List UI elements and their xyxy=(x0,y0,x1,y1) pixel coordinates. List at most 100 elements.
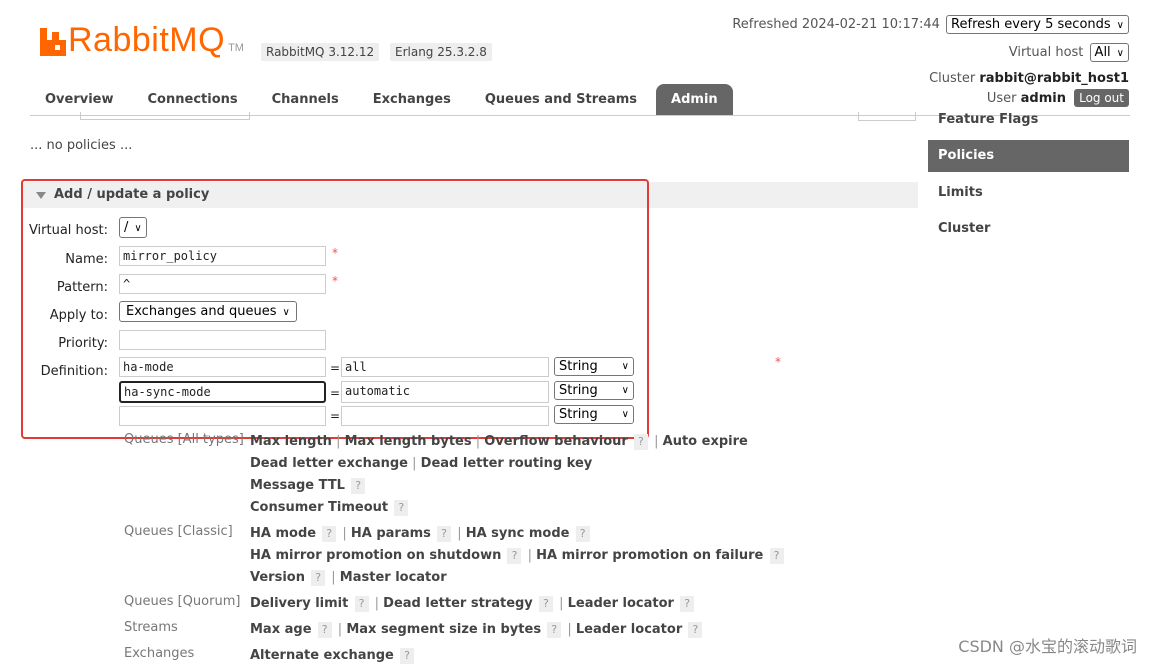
help-category-streams: Streams xyxy=(124,620,178,635)
help-question-icon[interactable]: ? xyxy=(400,648,414,664)
help-link-leader-locator[interactable]: Leader locator xyxy=(568,596,674,611)
sidebar-item-policies[interactable]: Policies xyxy=(928,140,1129,172)
help-question-icon[interactable]: ? xyxy=(394,500,409,516)
user-row: User admin Log out xyxy=(987,89,1129,107)
help-question-icon[interactable]: ? xyxy=(538,596,553,612)
cluster-row: Cluster rabbit@rabbit_host1 xyxy=(929,71,1129,86)
help-link-auto-expire[interactable]: Auto expire xyxy=(663,434,748,449)
help-link-consumer-timeout[interactable]: Consumer Timeout xyxy=(250,500,388,515)
help-question-icon[interactable]: ? xyxy=(317,622,332,638)
help-row-classic-2: HA mirror promotion on shutdown ? | HA m… xyxy=(250,548,786,564)
virtual-host-label: Virtual host xyxy=(1008,45,1084,60)
help-link-dead-letter-routing-key[interactable]: Dead letter routing key xyxy=(421,456,593,471)
help-category-queues-classic: Queues [Classic] xyxy=(124,524,233,539)
rabbit-logo-icon xyxy=(40,28,66,56)
help-question-icon[interactable]: ? xyxy=(322,526,337,542)
help-separator: | xyxy=(559,596,564,611)
tab-overview[interactable]: Overview xyxy=(30,84,129,115)
virtual-host-value: All xyxy=(1094,45,1111,60)
help-link-max-length-bytes[interactable]: Max length bytes xyxy=(345,434,472,449)
help-row-quorum: Delivery limit ? | Dead letter strategy … xyxy=(250,596,696,612)
help-link-alternate-exchange[interactable]: Alternate exchange xyxy=(250,648,394,663)
help-link-max-age[interactable]: Max age xyxy=(250,622,312,637)
help-link-ha-sync-mode[interactable]: HA sync mode xyxy=(466,526,570,541)
help-question-icon[interactable]: ? xyxy=(507,548,522,564)
no-policies-text: ... no policies ... xyxy=(30,138,133,153)
help-question-icon[interactable]: ? xyxy=(769,548,784,564)
help-category-queues-all: Queues [All types] xyxy=(124,432,244,447)
help-link-max-length[interactable]: Max length xyxy=(250,434,332,449)
logout-button[interactable]: Log out xyxy=(1074,89,1129,107)
help-row-exchanges: Alternate exchange ? xyxy=(250,648,416,664)
help-separator: | xyxy=(527,548,533,563)
tab-connections[interactable]: Connections xyxy=(133,84,253,115)
user-name: admin xyxy=(1020,91,1066,106)
help-row-queues-all-1: Max length | Max length bytes | Overflow… xyxy=(250,434,748,450)
help-row-consumer-timeout: Consumer Timeout ? xyxy=(250,500,410,516)
sidebar-item-feature-flags[interactable]: Feature Flags xyxy=(928,109,1129,131)
help-row-message-ttl: Message TTL ? xyxy=(250,478,367,494)
help-separator: | xyxy=(337,622,343,637)
watermark-text: CSDN @水宝的滚动歌词 xyxy=(958,637,1137,656)
help-link-version[interactable]: Version xyxy=(250,570,305,585)
highlight-annotation-box xyxy=(21,179,649,439)
help-question-icon[interactable]: ? xyxy=(688,622,703,638)
help-link-stream-leader-locator[interactable]: Leader locator xyxy=(576,622,682,637)
refreshed-timestamp: Refreshed 2024-02-21 10:17:44 xyxy=(732,17,940,32)
scrolled-filter-input[interactable] xyxy=(80,112,250,120)
refresh-interval-select[interactable]: Refresh every 5 seconds ∨ xyxy=(946,15,1129,34)
logo-text: RabbitMQ xyxy=(68,21,226,59)
help-question-icon[interactable]: ? xyxy=(354,596,369,612)
help-separator: | xyxy=(374,596,380,611)
help-link-master-locator[interactable]: Master locator xyxy=(340,570,447,585)
help-row-queues-all-2: Dead letter exchange | Dead letter routi… xyxy=(250,456,592,471)
help-question-icon[interactable]: ? xyxy=(311,570,326,586)
logo-trademark: TM xyxy=(228,42,244,54)
tab-exchanges[interactable]: Exchanges xyxy=(358,84,466,115)
help-separator: | xyxy=(336,434,341,449)
help-link-message-ttl[interactable]: Message TTL xyxy=(250,478,345,493)
help-question-icon[interactable]: ? xyxy=(633,434,648,450)
tab-queues-and-streams[interactable]: Queues and Streams xyxy=(470,84,652,115)
virtual-host-select[interactable]: All ∨ xyxy=(1089,43,1129,62)
erlang-version-badge: Erlang 25.3.2.8 xyxy=(390,43,492,61)
help-row-streams: Max age ? | Max segment size in bytes ? … xyxy=(250,622,704,638)
main-nav-tabs: Overview Connections Channels Exchanges … xyxy=(30,84,737,115)
help-link-dead-letter-strategy[interactable]: Dead letter strategy xyxy=(383,596,533,611)
refresh-interval-value: Refresh every 5 seconds xyxy=(951,17,1111,32)
help-link-ha-mode[interactable]: HA mode xyxy=(250,526,316,541)
help-link-dead-letter-exchange[interactable]: Dead letter exchange xyxy=(250,456,408,471)
help-category-exchanges: Exchanges xyxy=(124,646,195,661)
scrolled-control[interactable] xyxy=(858,112,916,121)
help-question-icon[interactable]: ? xyxy=(575,526,590,542)
tab-channels[interactable]: Channels xyxy=(257,84,354,115)
help-link-overflow-behaviour[interactable]: Overflow behaviour xyxy=(484,434,628,449)
help-separator: | xyxy=(342,526,347,541)
help-link-ha-params[interactable]: HA params xyxy=(351,526,431,541)
help-separator: | xyxy=(457,526,462,541)
help-category-queues-quorum: Queues [Quorum] xyxy=(124,594,241,609)
help-link-max-segment-size[interactable]: Max segment size in bytes xyxy=(346,622,541,637)
help-row-classic-1: HA mode ? | HA params ? | HA sync mode ? xyxy=(250,526,592,542)
help-question-icon[interactable]: ? xyxy=(680,596,695,612)
help-separator: | xyxy=(331,570,336,585)
help-question-icon[interactable]: ? xyxy=(351,478,366,494)
sidebar-item-limits[interactable]: Limits xyxy=(928,177,1129,208)
virtual-host-row: Virtual host All ∨ xyxy=(1009,43,1129,62)
rabbitmq-logo[interactable]: RabbitMQ TM xyxy=(40,21,244,59)
sidebar-item-cluster[interactable]: Cluster xyxy=(928,213,1129,244)
definition-required-mark: * xyxy=(775,355,781,369)
help-link-ha-promotion-shutdown[interactable]: HA mirror promotion on shutdown xyxy=(250,548,501,563)
refresh-row: Refreshed 2024-02-21 10:17:44 Refresh ev… xyxy=(732,15,1129,34)
help-question-icon[interactable]: ? xyxy=(547,622,562,638)
cluster-name: rabbit@rabbit_host1 xyxy=(979,71,1129,86)
help-separator: | xyxy=(475,434,481,449)
chevron-down-icon: ∨ xyxy=(1116,20,1124,31)
help-link-ha-promotion-failure[interactable]: HA mirror promotion on failure xyxy=(536,548,763,563)
help-link-delivery-limit[interactable]: Delivery limit xyxy=(250,596,348,611)
help-separator: | xyxy=(654,434,659,449)
tab-admin[interactable]: Admin xyxy=(656,84,733,115)
help-question-icon[interactable]: ? xyxy=(437,526,452,542)
chevron-down-icon: ∨ xyxy=(1116,48,1124,59)
cluster-label: Cluster xyxy=(929,71,976,86)
